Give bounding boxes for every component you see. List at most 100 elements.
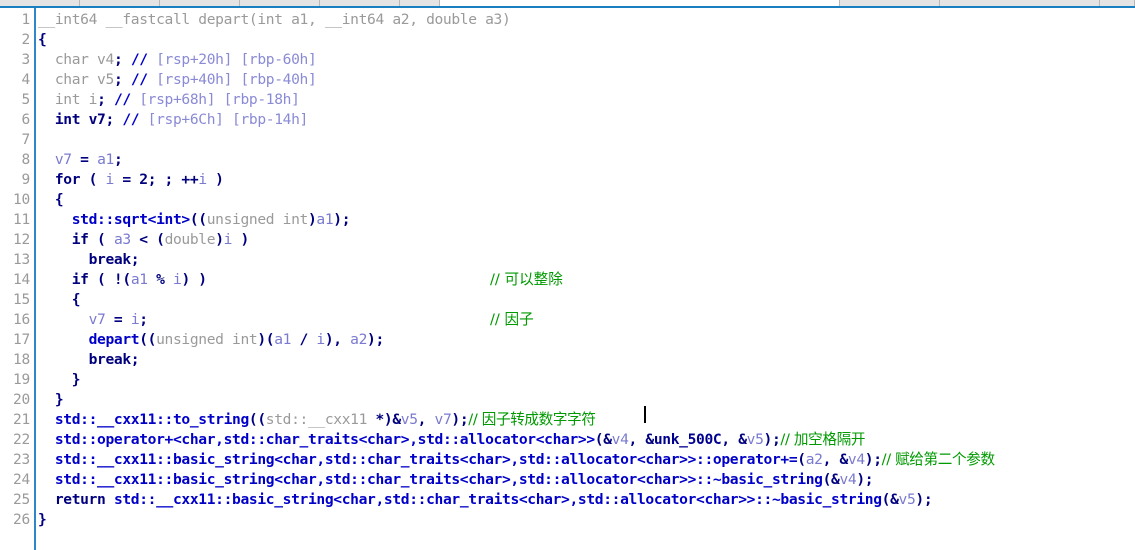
code-token: depart [88,331,140,348]
code-area[interactable]: __int64 __fastcall depart(int a1, __int6… [38,8,1133,550]
code-token: ; [139,311,148,328]
code-token: std::__cxx11::to_string [54,411,249,428]
code-token: v4 [847,451,865,468]
code-token: // 加空格隔开 [780,431,866,448]
code-line[interactable]: std::sqrt<int>((unsigned int)a1); [38,210,351,230]
aligned-comment: // 可以整除 [490,271,563,288]
line-number: 18 [12,352,30,368]
code-line[interactable]: int i; // [rsp+68h] [rbp-18h] [38,90,300,110]
code-token: )( [257,331,275,348]
code-line[interactable]: { [38,190,64,210]
line-number: 11 [12,212,30,228]
code-token: *)& [375,411,401,428]
code-token: (( [139,331,157,348]
code-token: v5 [746,431,764,448]
code-token: i [198,171,207,188]
code-line[interactable]: __int64 __fastcall depart(int a1, __int6… [38,10,511,30]
code-token: ); [451,411,469,428]
code-line[interactable]: } [38,510,47,530]
code-token: [rsp+6Ch] [rbp-14h] [139,111,309,128]
code-line[interactable]: v7 = a1; [38,150,123,170]
line-number: 24 [12,472,30,488]
code-line[interactable]: depart((unsigned int)(a1 / i), a2); [38,330,385,350]
code-token: [rsp+68h] [rbp-18h] [130,91,300,108]
code-token: // 因子转成数字字符 [468,411,596,428]
code-token: i [223,231,233,248]
code-token: v7 [434,411,452,428]
code-token: unsigned int [206,211,309,228]
code-token: // [122,111,140,128]
code-line[interactable]: std::__cxx11::basic_string<char,std::cha… [38,450,995,470]
code-line[interactable]: for ( i = 2; ; ++i ) [38,170,224,190]
code-token: ( [80,171,106,188]
code-token: ( [797,451,806,468]
code-token: std::__cxx11::basic_string<char,std::cha… [113,491,882,508]
code-line[interactable]: break; [38,250,140,270]
code-token: [rsp+20h] [rbp-60h] [147,51,317,68]
code-token: if [71,271,89,288]
code-token: char v5 [38,71,114,88]
code-token: ); [333,211,351,228]
code-line[interactable]: { [38,30,47,50]
code-token: / [291,331,317,348]
line-number: 6 [21,112,30,128]
code-line[interactable]: std::operator+<char,std::char_traits<cha… [38,430,866,450]
code-line[interactable]: } [38,370,81,390]
code-token: // [130,71,148,88]
code-token: , & [822,451,849,468]
code-token: std::__cxx11 [265,411,376,428]
line-number-gutter: 1 2 3 4 5 6 7 8 9 10 11 12 13 14 15 16 17 18 19 20 21 22 23 24 2… [0,8,34,550]
code-token: if [71,231,89,248]
pseudocode-editor[interactable]: 1 2 3 4 5 6 7 8 9 10 11 12 13 14 15 16 17 18 19 20 21 22 23 24 2… [0,8,1135,550]
line-number: 21 [12,412,30,428]
code-line[interactable]: if ( a3 < (double)i ) [38,230,250,250]
code-token: // [130,51,148,68]
code-token: } [38,371,81,388]
code-token: unk_500C [653,431,722,448]
code-line[interactable]: int v7; // [rsp+6Ch] [rbp-14h] [38,110,308,130]
code-line[interactable]: std::__cxx11::basic_string<char,std::cha… [38,470,874,490]
code-token: for [54,171,81,188]
line-number: 10 [12,192,30,208]
code-line[interactable]: { [38,290,81,310]
line-number: 12 [12,232,30,248]
code-token: break; [38,351,140,368]
code-line[interactable]: } [38,390,64,410]
code-token: ); [763,431,781,448]
code-token: 2 [139,171,148,188]
code-line[interactable]: char v5; // [rsp+40h] [rbp-40h] [38,70,317,90]
code-token: // [113,91,131,108]
code-token: unsigned int [156,331,258,348]
code-token: a1 [97,151,114,168]
line-number: 2 [21,32,30,48]
code-line[interactable]: return std::__cxx11::basic_string<char,s… [38,490,933,510]
line-number: 20 [12,392,30,408]
code-line[interactable]: char v4; // [rsp+20h] [rbp-60h] [38,50,317,70]
code-token: v7 [54,151,72,168]
line-number: 17 [12,332,30,348]
code-token: < ( [130,231,165,248]
code-token: std::sqrt<int> [71,211,190,228]
code-token: ); [856,471,874,488]
code-token: __int64 __fastcall depart(int a1, __int6… [38,11,511,28]
line-number: 26 [12,512,30,528]
code-line[interactable]: v7 = i; [38,310,148,330]
code-token: ; ; ++ [147,171,199,188]
code-token: ( [88,231,114,248]
code-token: , & [721,431,747,448]
code-token: (( [189,211,207,228]
code-token: = [71,151,98,168]
code-line[interactable]: break; [38,350,140,370]
code-line[interactable]: if ( !(a1 % i) ) [38,270,207,290]
line-number: 9 [21,172,30,188]
code-line[interactable]: std::__cxx11::to_string((std::__cxx11 *)… [38,410,596,430]
code-token: ; [97,91,106,108]
